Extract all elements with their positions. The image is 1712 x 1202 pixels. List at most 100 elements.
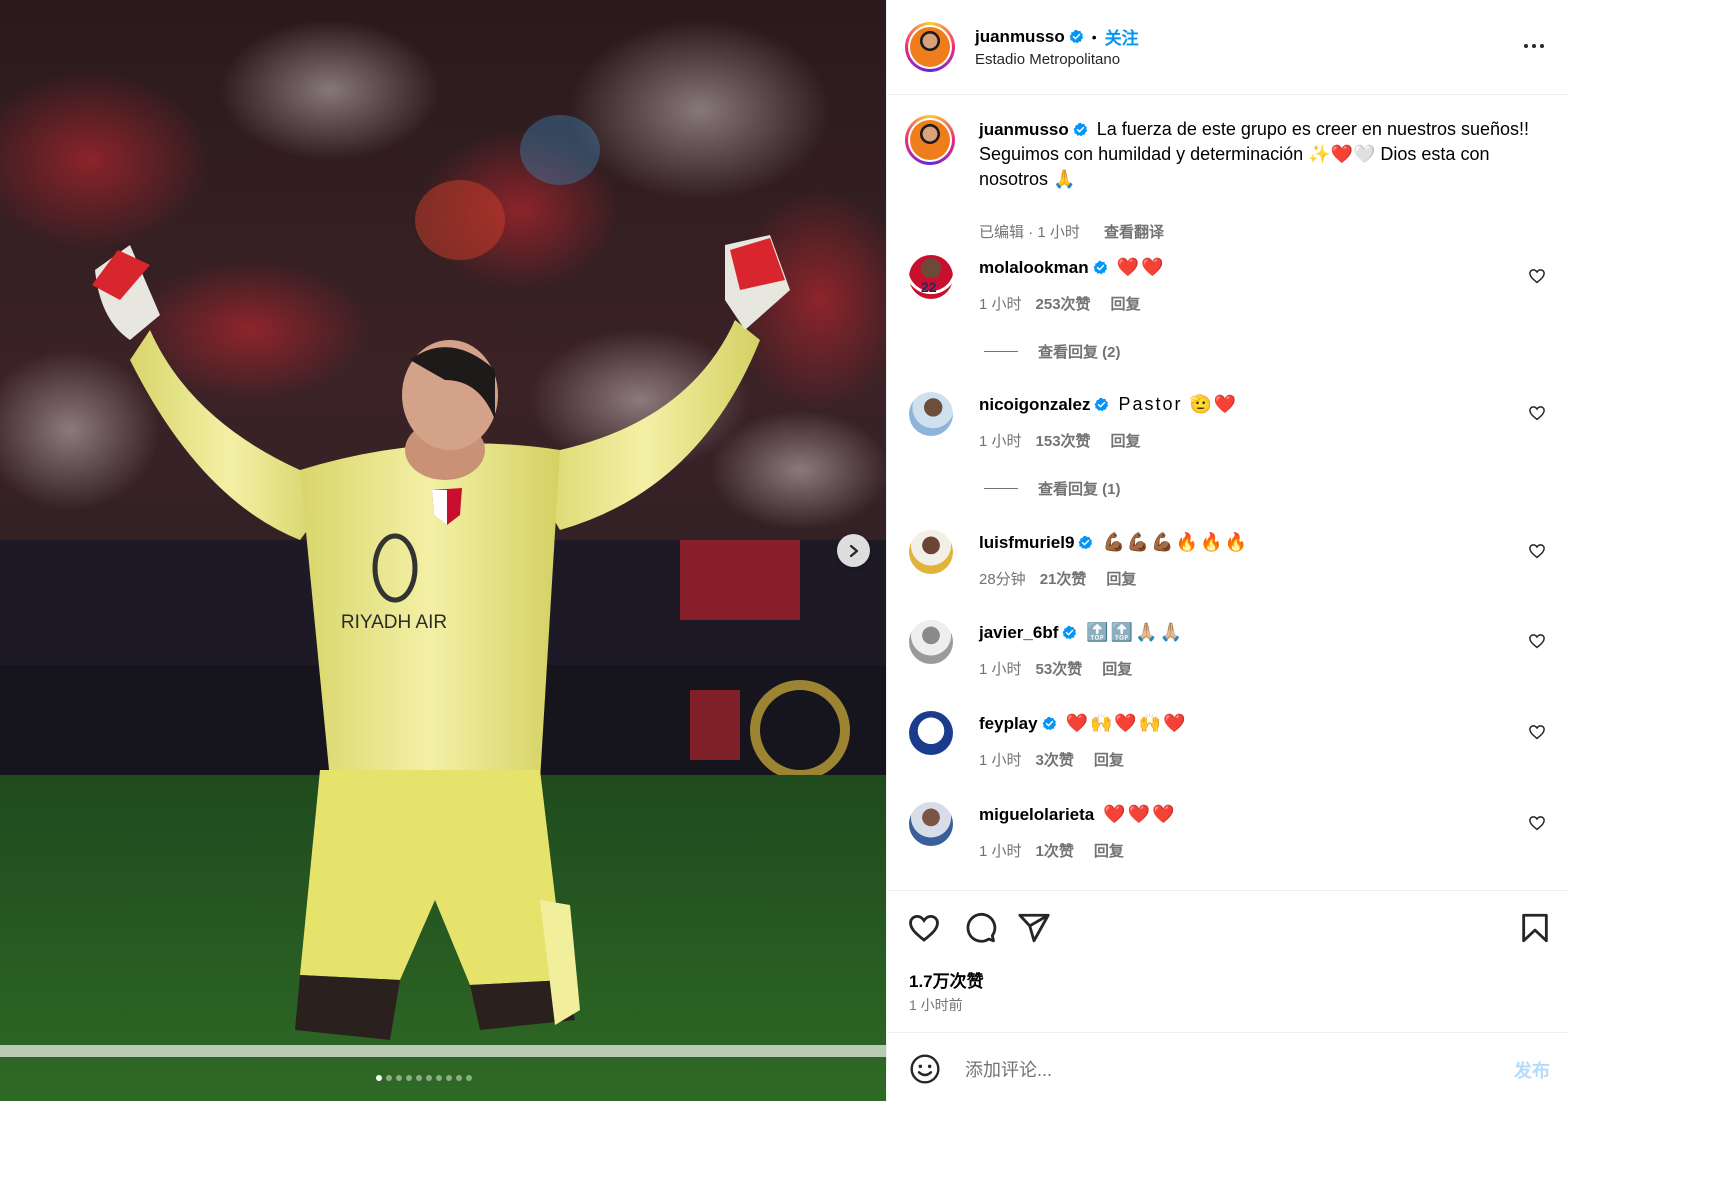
comment-item: feyplay ❤️🙌❤️🙌❤️ 1 小时 3次赞 回复 xyxy=(887,711,1568,771)
comments-list[interactable]: juanmusso La fuerza de este grupo es cre… xyxy=(887,95,1568,890)
next-slide-button[interactable] xyxy=(837,534,870,567)
comment-item: luisfmuriel9 💪🏾💪🏾💪🏾🔥🔥🔥 28分钟 21次赞 回复 xyxy=(887,530,1568,590)
comment-like-heart-icon[interactable] xyxy=(1528,267,1546,285)
author-username[interactable]: juanmusso xyxy=(975,27,1065,47)
comment-text: Pastor 🫡❤️ xyxy=(1118,394,1239,414)
comment-like-heart-icon[interactable] xyxy=(1528,542,1546,560)
header-separator: • xyxy=(1091,28,1097,45)
caption-username[interactable]: juanmusso xyxy=(979,120,1069,139)
post-timestamp[interactable]: 1 小时前 xyxy=(909,995,963,1015)
comment-likes[interactable]: 21次赞 xyxy=(1040,571,1087,588)
slide-dot xyxy=(406,1075,412,1081)
comment-item: javier_6bf 🔝🔝🙏🏼🙏🏼 1 小时 53次赞 回复 xyxy=(887,620,1568,680)
reply-button[interactable]: 回复 xyxy=(1111,433,1141,450)
comment-composer: 发布 xyxy=(887,1032,1568,1101)
post-comment-button[interactable]: 发布 xyxy=(1514,1057,1550,1083)
comment-time: 1 小时 xyxy=(979,843,1022,860)
verified-badge-icon xyxy=(1069,29,1083,44)
caption-time: 1 小时 xyxy=(1037,224,1080,241)
commenter-username[interactable]: feyplay xyxy=(979,714,1038,733)
slide-dot xyxy=(386,1075,392,1081)
verified-badge-icon xyxy=(1095,397,1109,412)
slide-dot xyxy=(436,1075,442,1081)
post-actions: 1.7万次赞 1 小时前 xyxy=(887,890,1568,1032)
caption-edited-label: 已编辑 xyxy=(979,224,1025,241)
comment-text: 🔝🔝🙏🏼🙏🏼 xyxy=(1086,622,1185,642)
slide-dot xyxy=(426,1075,432,1081)
slide-dot xyxy=(466,1075,472,1081)
slide-dot xyxy=(376,1075,382,1081)
jersey-sponsor-text: RIYADH AIR xyxy=(341,612,447,633)
view-replies-button[interactable]: 查看回复 (1) xyxy=(984,478,1121,499)
more-options-icon[interactable] xyxy=(1522,36,1546,56)
comment-likes[interactable]: 253次赞 xyxy=(1036,296,1091,313)
comment-likes[interactable]: 1次赞 xyxy=(1036,843,1074,860)
likes-count[interactable]: 1.7万次赞 xyxy=(909,967,984,992)
bookmark-icon[interactable] xyxy=(1518,911,1552,945)
commenter-username[interactable]: molalookman xyxy=(979,258,1089,277)
commenter-avatar[interactable] xyxy=(909,620,953,664)
comment-text: ❤️❤️ xyxy=(1116,257,1166,277)
slide-dot xyxy=(446,1075,452,1081)
comment-text: 💪🏾💪🏾💪🏾🔥🔥🔥 xyxy=(1102,532,1249,552)
commenter-username[interactable]: nicoigonzalez xyxy=(979,395,1090,414)
reply-button[interactable]: 回复 xyxy=(1106,571,1136,588)
see-translation-button[interactable]: 查看翻译 xyxy=(1104,224,1164,241)
reply-button[interactable]: 回复 xyxy=(1094,843,1124,860)
comment-like-heart-icon[interactable] xyxy=(1528,404,1546,422)
comment-like-heart-icon[interactable] xyxy=(1528,632,1546,650)
chevron-right-icon xyxy=(849,544,858,557)
view-replies-button[interactable]: 查看回复 (2) xyxy=(984,341,1121,362)
comment-likes[interactable]: 53次赞 xyxy=(1036,661,1083,678)
emoji-smiley-icon[interactable] xyxy=(909,1053,941,1085)
post-caption: juanmusso La fuerza de este grupo es cre… xyxy=(887,115,1568,241)
reply-button[interactable]: 回复 xyxy=(1111,296,1141,313)
commenter-avatar[interactable] xyxy=(909,711,953,755)
author-avatar[interactable] xyxy=(905,22,955,72)
post-sidebar: juanmusso • 关注 Estadio Metropolitano jua… xyxy=(886,0,1568,1101)
comment-time: 1 小时 xyxy=(979,661,1022,678)
post-location[interactable]: Estadio Metropolitano xyxy=(975,51,1120,68)
post-dialog: RIYADH AIR juanmusso • 关注 Estadio Metrop… xyxy=(0,0,1568,1101)
comment-text: ❤️❤️❤️ xyxy=(1103,804,1177,824)
commenter-avatar[interactable] xyxy=(909,392,953,436)
comment-time: 1 小时 xyxy=(979,433,1022,450)
comment-input[interactable] xyxy=(963,1055,1467,1085)
comment-bubble-icon[interactable] xyxy=(963,911,997,945)
reply-button[interactable]: 回复 xyxy=(1102,661,1132,678)
comment-like-heart-icon[interactable] xyxy=(1528,723,1546,741)
verified-badge-icon xyxy=(1073,122,1087,137)
comment-item: 22 molalookman ❤️❤️ 1 小时 253次赞 回复 查看回复 (2) xyxy=(887,255,1568,365)
paper-plane-icon[interactable] xyxy=(1017,911,1051,945)
comment-likes[interactable]: 3次赞 xyxy=(1036,752,1074,769)
commenter-avatar[interactable] xyxy=(909,802,953,846)
goalkeeper-celebration-image: RIYADH AIR xyxy=(0,0,886,1101)
commenter-username[interactable]: miguelolarieta xyxy=(979,805,1094,824)
commenter-username[interactable]: javier_6bf xyxy=(979,623,1058,642)
comment-time: 28分钟 xyxy=(979,571,1026,588)
follow-button[interactable]: 关注 xyxy=(1105,24,1139,49)
commenter-username[interactable]: luisfmuriel9 xyxy=(979,533,1074,552)
slide-indicator xyxy=(376,1075,472,1081)
post-photo[interactable]: RIYADH AIR xyxy=(0,0,886,1101)
comment-like-heart-icon[interactable] xyxy=(1528,814,1546,832)
verified-badge-icon xyxy=(1062,625,1077,640)
heart-icon[interactable] xyxy=(907,911,941,945)
caption-dot: · xyxy=(1028,224,1034,241)
caption-author-avatar[interactable] xyxy=(905,115,955,165)
slide-dot xyxy=(416,1075,422,1081)
comment-time: 1 小时 xyxy=(979,296,1022,313)
comment-time: 1 小时 xyxy=(979,752,1022,769)
commenter-avatar[interactable]: 22 xyxy=(909,255,953,299)
verified-badge-icon xyxy=(1042,716,1056,731)
verified-badge-icon xyxy=(1093,260,1107,275)
slide-dot xyxy=(396,1075,402,1081)
comment-item: miguelolarieta ❤️❤️❤️ 1 小时 1次赞 回复 xyxy=(887,802,1568,862)
comment-text: ❤️🙌❤️🙌❤️ xyxy=(1065,713,1188,733)
reply-button[interactable]: 回复 xyxy=(1094,752,1124,769)
slide-dot xyxy=(456,1075,462,1081)
comment-likes[interactable]: 153次赞 xyxy=(1036,433,1091,450)
comment-item: nicoigonzalez Pastor 🫡❤️ 1 小时 153次赞 回复 查看回… xyxy=(887,392,1568,502)
commenter-avatar[interactable] xyxy=(909,530,953,574)
verified-badge-icon xyxy=(1078,535,1093,550)
